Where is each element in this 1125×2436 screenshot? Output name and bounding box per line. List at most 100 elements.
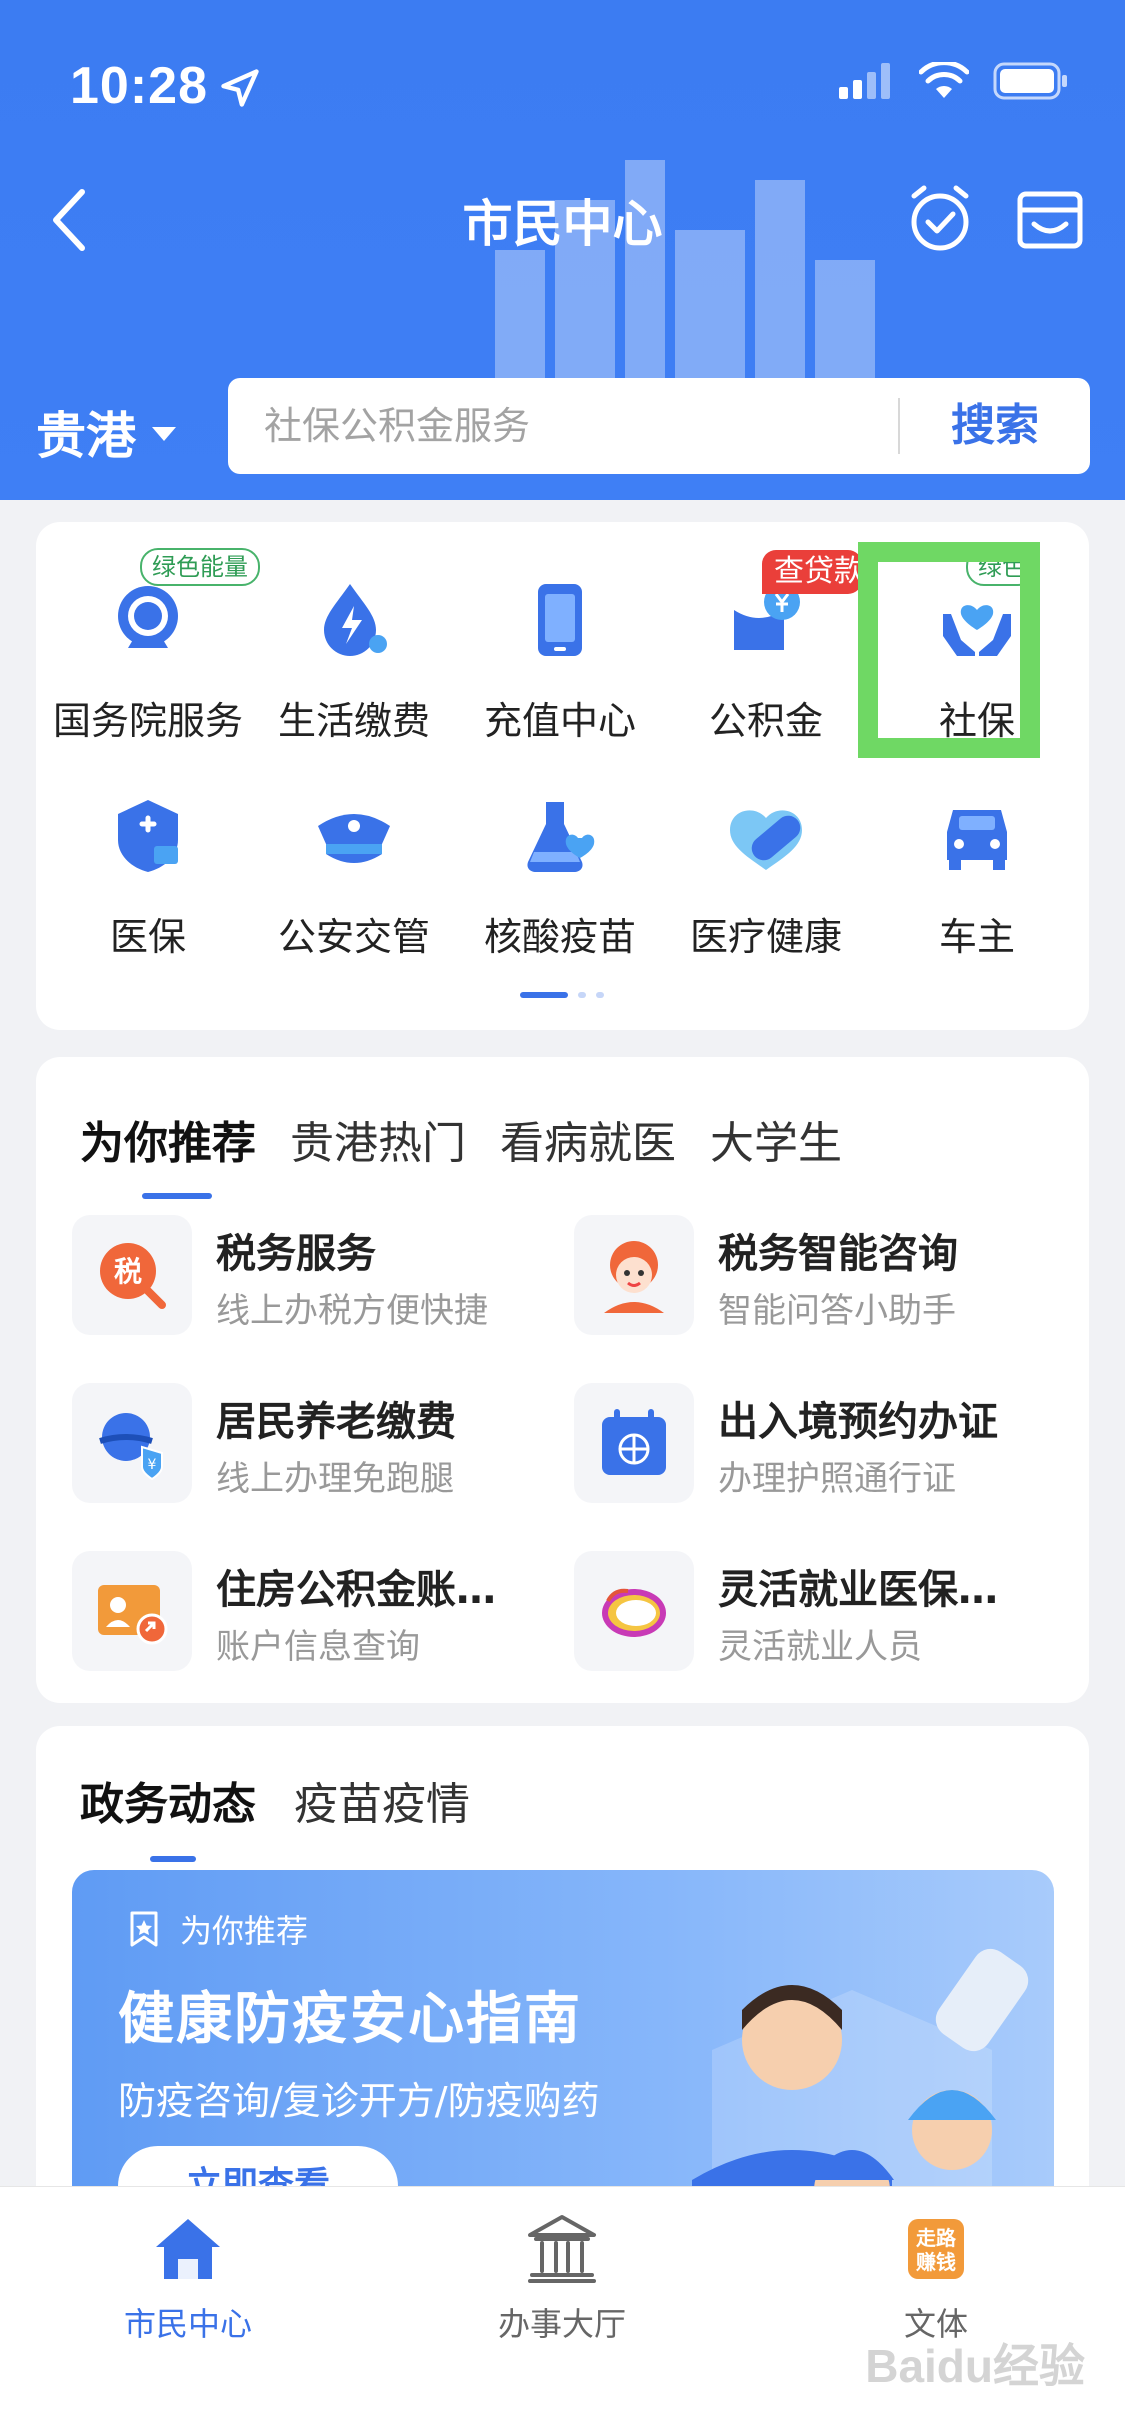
service-item-exit-entry[interactable]: 出入境预约办证 办理护照通行证 bbox=[574, 1383, 1054, 1503]
passport-calendar-icon bbox=[602, 1409, 666, 1475]
tax-icon: 税 bbox=[100, 1243, 166, 1309]
grid-item-housing-fund[interactable]: 公积金 bbox=[666, 580, 866, 770]
grid-label: 公安交管 bbox=[277, 915, 430, 959]
sports-culture-icon: 走路 赚钱 bbox=[908, 2219, 964, 2279]
service-subtitle: 智能问答小助手 bbox=[718, 1291, 956, 1331]
city-selector[interactable]: 贵港 bbox=[36, 396, 176, 468]
grid-item-recharge[interactable]: 充值中心 bbox=[460, 580, 660, 770]
svg-text:税: 税 bbox=[114, 1255, 142, 1288]
service-icon-box: ¥ bbox=[72, 1383, 192, 1503]
banner-tag: 为你推荐 bbox=[124, 1906, 308, 1952]
grid-label: 车主 bbox=[938, 915, 1015, 959]
service-icon-box bbox=[574, 1551, 694, 1671]
grid-label: 国务院服务 bbox=[52, 699, 243, 743]
service-item-tax-assistant[interactable]: 税务智能咨询 智能问答小助手 bbox=[574, 1215, 1054, 1335]
alarm-clock-icon[interactable] bbox=[900, 178, 980, 258]
grid-label: 医保 bbox=[109, 915, 186, 959]
wifi-icon bbox=[919, 62, 969, 98]
tab-guigang-hot[interactable]: 贵港热门 bbox=[290, 1107, 466, 1171]
tabbar-item-citizen-center[interactable]: 市民中心 bbox=[68, 2209, 308, 2345]
health-capsule-icon bbox=[730, 810, 802, 870]
grid-item-traffic-police[interactable]: 公安交管 bbox=[254, 796, 454, 986]
tab-vaccine-epidemic[interactable]: 疫苗疫情 bbox=[294, 1768, 470, 1832]
service-title: 灵活就业医保… bbox=[718, 1567, 998, 1613]
hall-icon bbox=[528, 2215, 596, 2283]
pension-icon: ¥ bbox=[99, 1413, 163, 1481]
tab-for-you[interactable]: 为你推荐 bbox=[80, 1107, 256, 1199]
service-grid-card: 国务院服务 绿色能量 生活缴费 充值中心 公积金 查贷款 社保 绿色 医保 公安… bbox=[36, 522, 1089, 1030]
police-cap-icon bbox=[318, 814, 390, 863]
service-item-tax[interactable]: 税 税务服务 线上办税方便快捷 bbox=[72, 1215, 552, 1335]
housing-fund-card-icon bbox=[98, 1585, 168, 1645]
wallet-icon[interactable] bbox=[1010, 180, 1090, 260]
chevron-down-icon bbox=[152, 427, 176, 441]
search-box: 搜索 bbox=[228, 378, 1090, 474]
tab-college[interactable]: 大学生 bbox=[710, 1107, 842, 1171]
tab-see-doctor[interactable]: 看病就医 bbox=[500, 1107, 676, 1171]
medical-insurance-icon bbox=[118, 800, 178, 872]
news-tabs: 政务动态 疫苗疫情 bbox=[80, 1768, 470, 1862]
grid-item-medical-health[interactable]: 医疗健康 bbox=[666, 796, 866, 986]
flexible-employment-icon bbox=[602, 1588, 666, 1637]
status-bar: 10:28 bbox=[0, 0, 1125, 170]
city-name: 贵港 bbox=[36, 407, 136, 465]
bookmark-star-icon bbox=[130, 1911, 158, 1947]
grid-label: 生活缴费 bbox=[277, 699, 430, 743]
service-item-flexible-medical[interactable]: 灵活就业医保… 灵活就业人员 bbox=[574, 1551, 1054, 1671]
page-indicator bbox=[520, 992, 604, 998]
svg-text:走路: 走路 bbox=[916, 2226, 957, 2250]
grid-item-medical-insurance[interactable]: 医保 bbox=[48, 796, 248, 986]
service-item-pension[interactable]: ¥ 居民养老缴费 线上办理免跑腿 bbox=[72, 1383, 552, 1503]
baidu-watermark: Baidu经验 bbox=[865, 2340, 1085, 2392]
tab-government-news[interactable]: 政务动态 bbox=[80, 1768, 256, 1862]
search-row: 贵港 搜索 bbox=[0, 378, 1125, 474]
header: 10:28 市民中心 贵港 社保公积金服务 搜索 bbox=[0, 0, 1125, 500]
lightning-drop-icon bbox=[324, 584, 387, 656]
signal-icon bbox=[839, 63, 890, 99]
recommend-card: 为你推荐 贵港热门 看病就医 大学生 税 税务服务 线上办税方便快捷 税务智能咨… bbox=[36, 1057, 1089, 1703]
grid-item-nucleic-vaccine[interactable]: 核酸疫苗 bbox=[460, 796, 660, 986]
grid-label: 医疗健康 bbox=[689, 915, 842, 959]
service-subtitle: 线上办理免跑腿 bbox=[216, 1459, 454, 1499]
service-title: 出入境预约办证 bbox=[718, 1399, 998, 1445]
service-subtitle: 线上办税方便快捷 bbox=[216, 1291, 488, 1331]
tabbar-label: 市民中心 bbox=[123, 2305, 252, 2343]
page-dot-active bbox=[520, 992, 568, 998]
grid-label: 充值中心 bbox=[483, 699, 636, 743]
location-arrow-icon bbox=[221, 69, 259, 107]
battery-icon bbox=[993, 62, 1067, 100]
grid-item-car-owner[interactable]: 车主 bbox=[877, 796, 1077, 986]
grid-label: 公积金 bbox=[708, 699, 823, 743]
flask-icon bbox=[527, 802, 595, 872]
service-icon-box: 税 bbox=[72, 1215, 192, 1335]
nav-bar: 市民中心 bbox=[0, 170, 1125, 270]
svg-text:赚钱: 赚钱 bbox=[915, 2250, 956, 2274]
service-subtitle: 账户信息查询 bbox=[216, 1627, 420, 1667]
banner-tag-label: 为你推荐 bbox=[180, 1912, 309, 1950]
page-dot bbox=[578, 992, 586, 998]
service-icon-box bbox=[574, 1215, 694, 1335]
home-icon bbox=[156, 2219, 220, 2279]
bottom-tab-bar: 市民中心 办事大厅 走路 赚钱 文体 bbox=[0, 2186, 1125, 2436]
car-icon bbox=[947, 810, 1007, 870]
tabbar-item-service-hall[interactable]: 办事大厅 bbox=[442, 2209, 682, 2345]
grid-item-utility-payment[interactable]: 生活缴费 bbox=[254, 580, 454, 770]
selection-highlight-box bbox=[858, 542, 1040, 758]
state-council-icon bbox=[118, 586, 178, 648]
grid-item-state-council[interactable]: 国务院服务 bbox=[48, 580, 248, 770]
loan-query-badge: 查贷款 bbox=[762, 550, 862, 594]
grid-label: 核酸疫苗 bbox=[483, 915, 636, 959]
banner-title: 健康防疫安心指南 bbox=[118, 1987, 582, 2052]
service-title: 税务服务 bbox=[216, 1231, 376, 1277]
recommend-tabs: 为你推荐 贵港热门 看病就医 大学生 bbox=[80, 1107, 842, 1199]
service-icon-box bbox=[72, 1551, 192, 1671]
svg-text:¥: ¥ bbox=[148, 1457, 157, 1473]
search-button[interactable]: 搜索 bbox=[900, 378, 1090, 474]
service-title: 税务智能咨询 bbox=[718, 1231, 958, 1277]
tabbar-item-culture-sports[interactable]: 走路 赚钱 文体 bbox=[816, 2209, 1056, 2345]
phone-icon bbox=[538, 584, 582, 656]
service-title: 居民养老缴费 bbox=[216, 1399, 456, 1445]
search-input[interactable] bbox=[264, 396, 904, 456]
service-subtitle: 办理护照通行证 bbox=[718, 1459, 956, 1499]
service-item-housing-fund-account[interactable]: 住房公积金账… 账户信息查询 bbox=[72, 1551, 552, 1671]
